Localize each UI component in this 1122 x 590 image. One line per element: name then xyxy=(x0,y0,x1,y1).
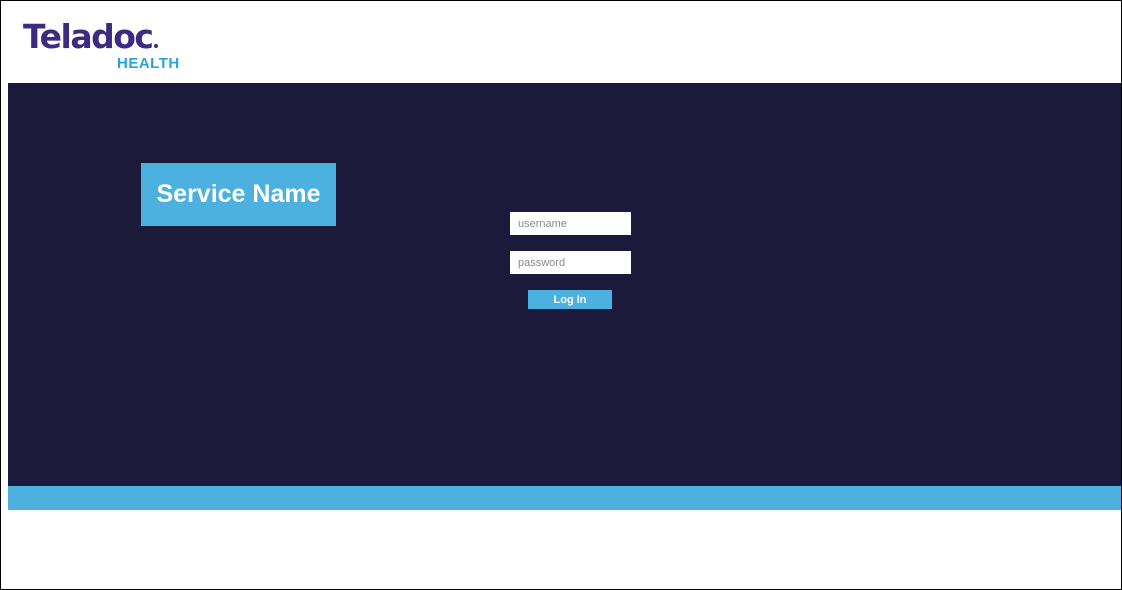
service-name-badge: Service Name xyxy=(141,163,336,226)
footer-accent-bar xyxy=(8,486,1121,510)
service-name-text: Service Name xyxy=(156,180,321,208)
logo-wordmark: Teladoc xyxy=(23,19,159,55)
logo-subtitle: HEALTH xyxy=(117,55,180,72)
username-input[interactable] xyxy=(510,212,631,235)
teladoc-logo: Teladoc HEALTH xyxy=(23,19,183,79)
password-input[interactable] xyxy=(510,251,631,274)
header: Teladoc HEALTH xyxy=(1,1,1121,83)
logo-dot-icon xyxy=(154,44,159,48)
login-page: Teladoc HEALTH Service Name Log In xyxy=(0,0,1122,590)
log-in-button[interactable]: Log In xyxy=(528,290,612,309)
hero-panel: Service Name Log In xyxy=(8,83,1121,486)
